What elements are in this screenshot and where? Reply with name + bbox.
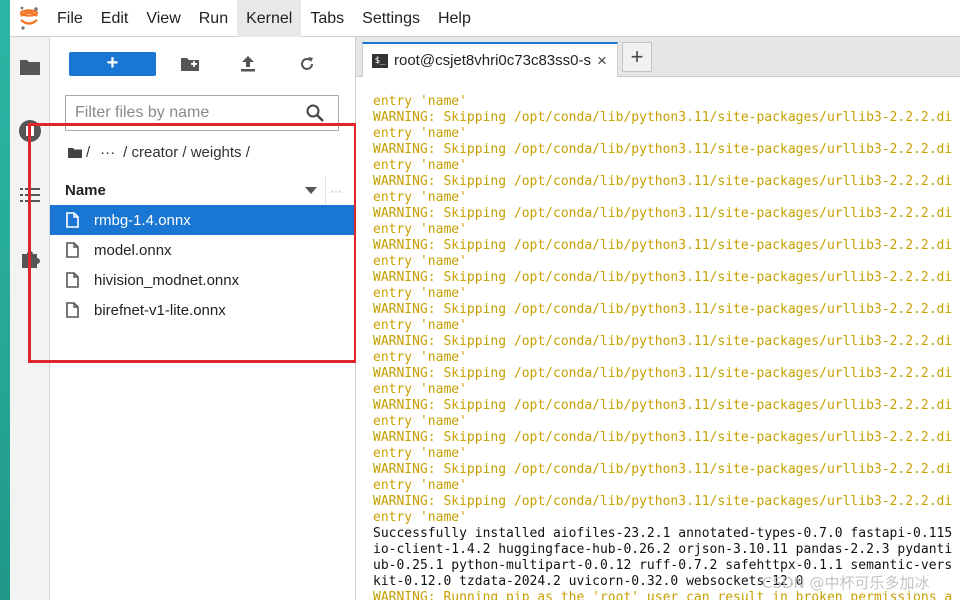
terminal-line: entry 'name' [373,446,467,461]
folder-icon[interactable] [16,53,44,81]
terminal-line: entry 'name' [373,510,467,525]
menu-help[interactable]: Help [429,0,480,37]
menu-edit[interactable]: Edit [92,0,138,37]
menu-file[interactable]: File [48,0,92,37]
terminal-line: WARNING: Skipping /opt/conda/lib/python3… [373,238,953,253]
terminal-line: entry 'name' [373,158,467,173]
tab-terminal[interactable]: $_ root@csjet8vhri0c73c83ss0-s × [362,42,618,77]
new-folder-icon[interactable] [177,51,203,77]
terminal-icon: $_ [372,53,388,68]
terminal-line: WARNING: Skipping /opt/conda/lib/python3… [373,334,953,349]
terminal-line: WARNING: Skipping /opt/conda/lib/python3… [373,142,953,157]
terminal-line: Successfully installed aiofiles-23.2.1 a… [373,526,953,541]
close-icon[interactable]: × [594,51,610,71]
terminal-line: entry 'name' [373,350,467,365]
terminal-line: WARNING: Skipping /opt/conda/lib/python3… [373,110,953,125]
tab-terminal-label: root@csjet8vhri0c73c83ss0-s [394,52,591,69]
terminal-line: io-client-1.4.2 huggingface-hub-0.26.2 o… [373,542,953,557]
terminal-line: WARNING: Skipping /opt/conda/lib/python3… [373,174,953,189]
terminal-line: WARNING: Skipping /opt/conda/lib/python3… [373,398,953,413]
terminal-line: entry 'name' [373,318,467,333]
terminal-line: entry 'name' [373,190,467,205]
terminal-line: WARNING: Skipping /opt/conda/lib/python3… [373,302,953,317]
window-edge-strip [0,0,10,600]
terminal-line: WARNING: Skipping /opt/conda/lib/python3… [373,430,953,445]
jupyter-logo-icon[interactable] [10,0,48,37]
terminal-line: entry 'name' [373,254,467,269]
tab-bar: $_ root@csjet8vhri0c73c83ss0-s × + [356,37,960,77]
terminal-line: WARNING: Skipping /opt/conda/lib/python3… [373,206,953,221]
menu-settings[interactable]: Settings [353,0,429,37]
upload-icon[interactable] [235,51,261,77]
terminal-line: entry 'name' [373,286,467,301]
terminal-line: entry 'name' [373,414,467,429]
highlight-annotation-box [28,123,357,363]
watermark: CSDN @中杯可乐多加冰 [762,574,930,592]
menu-run[interactable]: Run [190,0,237,37]
terminal-output[interactable]: entry 'name' WARNING: Skipping /opt/conda… [356,78,960,600]
terminal-line: WARNING: Skipping /opt/conda/lib/python3… [373,494,953,509]
terminal-line: WARNING: Skipping /opt/conda/lib/python3… [373,366,953,381]
new-launcher-button[interactable]: + [69,52,156,76]
terminal-line: entry 'name' [373,222,467,237]
new-tab-button[interactable]: + [622,42,652,72]
terminal-line: WARNING: Skipping /opt/conda/lib/python3… [373,462,953,477]
terminal-line: entry 'name' [373,478,467,493]
menu-bar: File Edit View Run Kernel Tabs Settings … [10,0,960,37]
terminal-line: entry 'name' [373,94,467,109]
terminal-line: entry 'name' [373,382,467,397]
menu-kernel[interactable]: Kernel [237,0,302,37]
terminal-line: WARNING: Skipping /opt/conda/lib/python3… [373,270,953,285]
terminal-line: entry 'name' [373,126,467,141]
menu-tabs[interactable]: Tabs [301,0,353,37]
terminal-line: kit-0.12.0 tzdata-2024.2 uvicorn-0.32.0 … [373,574,804,589]
menu-view[interactable]: View [137,0,189,37]
refresh-icon[interactable] [294,51,320,77]
